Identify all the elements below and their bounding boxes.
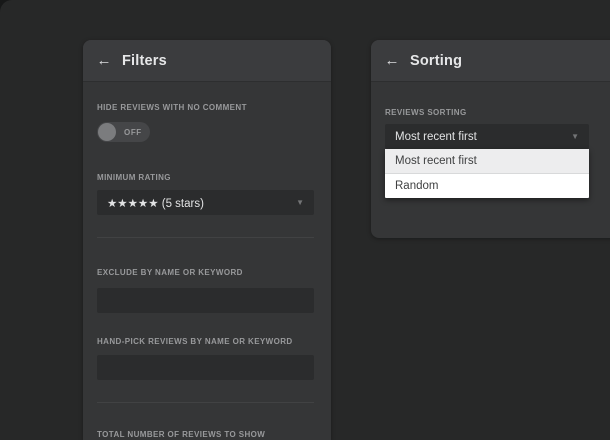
reviews-sorting-select[interactable]: Most recent first ▼ <box>385 124 589 149</box>
hide-no-comment-toggle[interactable]: OFF <box>97 122 150 142</box>
hand-pick-label: HAND-PICK REVIEWS BY NAME OR KEYWORD <box>97 337 293 346</box>
minimum-rating-label: MINIMUM RATING <box>97 173 171 182</box>
sorting-dropdown-menu: Most recent first Random <box>385 149 589 198</box>
page-title-sorting: Sorting <box>410 53 462 69</box>
exclude-keyword-input[interactable] <box>97 288 314 313</box>
filters-panel: ← Filters HIDE REVIEWS WITH NO COMMENT O… <box>83 40 331 440</box>
page-title-filters: Filters <box>122 53 167 69</box>
sorting-panel: ← Sorting REVIEWS SORTING Most recent fi… <box>371 40 610 238</box>
section-divider <box>97 402 314 403</box>
toggle-state-label: OFF <box>124 128 142 137</box>
sorting-panel-header: ← Sorting <box>371 40 610 82</box>
chevron-down-icon: ▼ <box>296 199 304 207</box>
section-divider <box>97 237 314 238</box>
total-reviews-label: TOTAL NUMBER OF REVIEWS TO SHOW <box>97 430 265 439</box>
hide-no-comment-label: HIDE REVIEWS WITH NO COMMENT <box>97 103 247 112</box>
dropdown-option-random[interactable]: Random <box>385 174 589 198</box>
dropdown-option-most-recent[interactable]: Most recent first <box>385 149 589 174</box>
chevron-down-icon: ▼ <box>571 133 579 141</box>
toggle-knob <box>98 123 116 141</box>
exclude-keyword-label: EXCLUDE BY NAME OR KEYWORD <box>97 268 243 277</box>
app-surface: ← Filters HIDE REVIEWS WITH NO COMMENT O… <box>0 0 610 440</box>
filters-panel-header: ← Filters <box>83 40 331 82</box>
reviews-sorting-value: Most recent first <box>395 131 565 143</box>
back-icon[interactable]: ← <box>96 53 112 69</box>
minimum-rating-select[interactable]: ★★★★★ (5 stars) ▼ <box>97 190 314 215</box>
back-icon[interactable]: ← <box>384 53 400 69</box>
reviews-sorting-label: REVIEWS SORTING <box>385 108 467 117</box>
hand-pick-input[interactable] <box>97 355 314 380</box>
minimum-rating-value: ★★★★★ (5 stars) <box>107 196 290 210</box>
